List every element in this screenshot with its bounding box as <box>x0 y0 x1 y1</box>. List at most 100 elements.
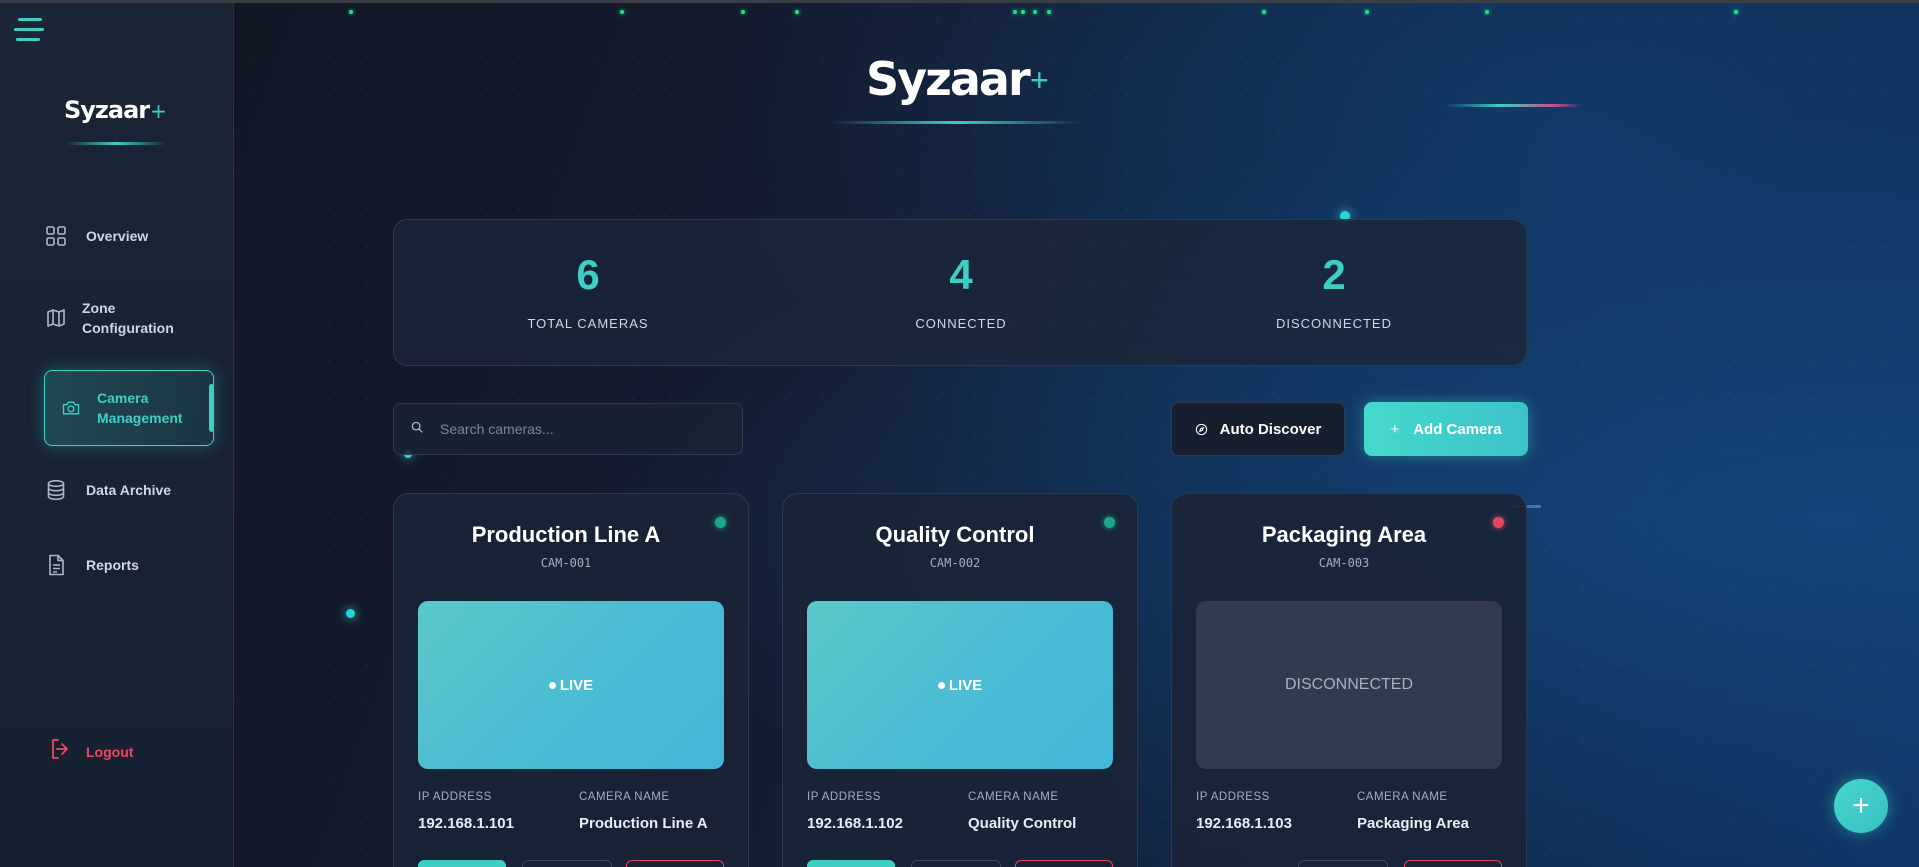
stat-value: 6 <box>576 251 600 298</box>
ip-address-field: IP ADDRESS 192.168.1.102 <box>807 791 903 832</box>
card-delete-button[interactable] <box>626 860 724 867</box>
grid-icon <box>44 224 68 248</box>
plus-icon: + <box>1390 420 1400 438</box>
stat-value: 4 <box>949 251 973 298</box>
plus-icon: + <box>1852 789 1870 822</box>
database-icon <box>44 478 68 502</box>
search-box <box>393 403 743 455</box>
card-secondary-button[interactable] <box>911 860 1001 867</box>
sidebar-item-data-archive[interactable]: Data Archive <box>44 478 214 502</box>
camera-id: CAM-001 <box>540 556 592 570</box>
logout-label: Logout <box>86 743 134 760</box>
decor-dot <box>1047 10 1051 14</box>
stat-value: 2 <box>1322 251 1346 298</box>
decor-line <box>1446 104 1582 107</box>
decor-dot <box>1262 10 1266 14</box>
decor-dot <box>1485 10 1489 14</box>
file-text-icon <box>44 553 68 577</box>
camera-name-field: CAMERA NAME Production Line A <box>579 791 708 832</box>
stat-label: TOTAL CAMERAS <box>527 316 649 331</box>
auto-discover-button[interactable]: Auto Discover <box>1171 402 1345 456</box>
meta-label: CAMERA NAME <box>579 791 670 803</box>
camera-card[interactable]: Packaging Area CAM-003 DISCONNECTED IP A… <box>1171 493 1527 867</box>
logout-icon <box>48 737 72 766</box>
camera-name-field: CAMERA NAME Packaging Area <box>1357 791 1469 832</box>
camera-name-value: Quality Control <box>968 815 1077 832</box>
meta-label: IP ADDRESS <box>418 791 492 803</box>
live-label: LIVE <box>559 676 594 694</box>
camera-id: CAM-003 <box>1318 556 1370 570</box>
decor-dot <box>1021 10 1025 14</box>
page-logo-plus: + <box>1030 62 1049 98</box>
card-delete-button[interactable] <box>1404 860 1502 867</box>
camera-name-value: Packaging Area <box>1357 815 1469 832</box>
sidebar-item-reports[interactable]: Reports <box>44 553 214 577</box>
auto-discover-label: Auto Discover <box>1219 420 1322 438</box>
sidebar-item-label: Data Archive <box>86 482 172 498</box>
decor-dot <box>1365 10 1369 14</box>
card-delete-button[interactable] <box>1015 860 1113 867</box>
ip-address-field: IP ADDRESS 192.168.1.103 <box>1196 791 1292 832</box>
page-logo-underline <box>832 121 1082 124</box>
live-dot-icon <box>548 681 556 689</box>
live-label: LIVE <box>948 676 983 694</box>
sidebar-item-camera-management[interactable]: Camera Management <box>44 370 214 446</box>
meta-label: CAMERA NAME <box>968 791 1059 803</box>
sidebar-logo-underline <box>66 142 166 145</box>
stat-label: CONNECTED <box>915 316 1007 331</box>
meta-label: CAMERA NAME <box>1357 791 1448 803</box>
ip-address-value: 192.168.1.101 <box>418 815 514 832</box>
sidebar-item-label: Reports <box>86 557 139 573</box>
decor-glow <box>346 609 355 618</box>
live-badge: LIVE <box>548 676 594 694</box>
map-icon <box>44 306 68 330</box>
decor-dot <box>795 10 799 14</box>
sidebar-item-label: Zone Configuration <box>82 300 174 336</box>
sidebar-item-label: Overview <box>86 228 149 244</box>
add-camera-button[interactable]: + Add Camera <box>1364 402 1528 456</box>
floating-add-button[interactable]: + <box>1834 779 1888 833</box>
active-indicator <box>209 384 214 432</box>
ip-address-field: IP ADDRESS 192.168.1.101 <box>418 791 514 832</box>
card-primary-button[interactable] <box>807 860 895 867</box>
sidebar-logo-text: Syzaar <box>64 96 150 124</box>
camera-preview[interactable]: LIVE <box>807 601 1113 769</box>
search-input[interactable] <box>440 421 720 437</box>
meta-label: IP ADDRESS <box>807 791 881 803</box>
camera-preview[interactable]: LIVE <box>418 601 724 769</box>
decor-dot <box>349 10 353 14</box>
stat-disconnected: 2 DISCONNECTED <box>1184 250 1484 331</box>
sidebar-logo: Syzaar+ <box>64 96 167 124</box>
card-primary-button[interactable] <box>418 860 506 867</box>
camera-title: Production Line A <box>471 522 661 547</box>
decor-dot <box>1734 10 1738 14</box>
camera-icon <box>61 398 81 418</box>
camera-title: Packaging Area <box>1261 522 1427 547</box>
main-content: Syzaar + 6 TOTAL CAMERAS 4 CONNECTED 2 D… <box>234 0 1919 867</box>
decor-dot <box>741 10 745 14</box>
card-secondary-button[interactable] <box>522 860 612 867</box>
menu-toggle-icon[interactable] <box>14 18 44 44</box>
camera-card[interactable]: Quality Control CAM-002 LIVE IP ADDRESS … <box>782 493 1138 867</box>
sidebar-item-overview[interactable]: Overview <box>44 224 214 248</box>
camera-name-field: CAMERA NAME Quality Control <box>968 791 1076 832</box>
sidebar-item-zone-configuration[interactable]: Zone Configuration <box>44 298 214 338</box>
decor-dot <box>620 10 624 14</box>
stat-total-cameras: 6 TOTAL CAMERAS <box>438 250 738 331</box>
decor-dot <box>1033 10 1037 14</box>
camera-preview[interactable]: DISCONNECTED <box>1196 601 1502 769</box>
logout-button[interactable]: Logout <box>48 737 133 766</box>
camera-title: Quality Control <box>875 522 1035 547</box>
camera-card[interactable]: Production Line A CAM-001 LIVE IP ADDRES… <box>393 493 749 867</box>
status-indicator-disconnected <box>1493 517 1504 528</box>
live-badge: LIVE <box>937 676 983 694</box>
search-icon <box>410 420 424 439</box>
card-secondary-button[interactable] <box>1298 860 1388 867</box>
stats-panel: 6 TOTAL CAMERAS 4 CONNECTED 2 DISCONNECT… <box>393 219 1527 366</box>
meta-label: IP ADDRESS <box>1196 791 1270 803</box>
sidebar-item-label: Camera Management <box>97 390 183 426</box>
stat-connected: 4 CONNECTED <box>811 250 1111 331</box>
add-camera-label: Add Camera <box>1413 420 1502 438</box>
status-indicator-connected <box>715 517 726 528</box>
ip-address-value: 192.168.1.103 <box>1196 815 1292 832</box>
